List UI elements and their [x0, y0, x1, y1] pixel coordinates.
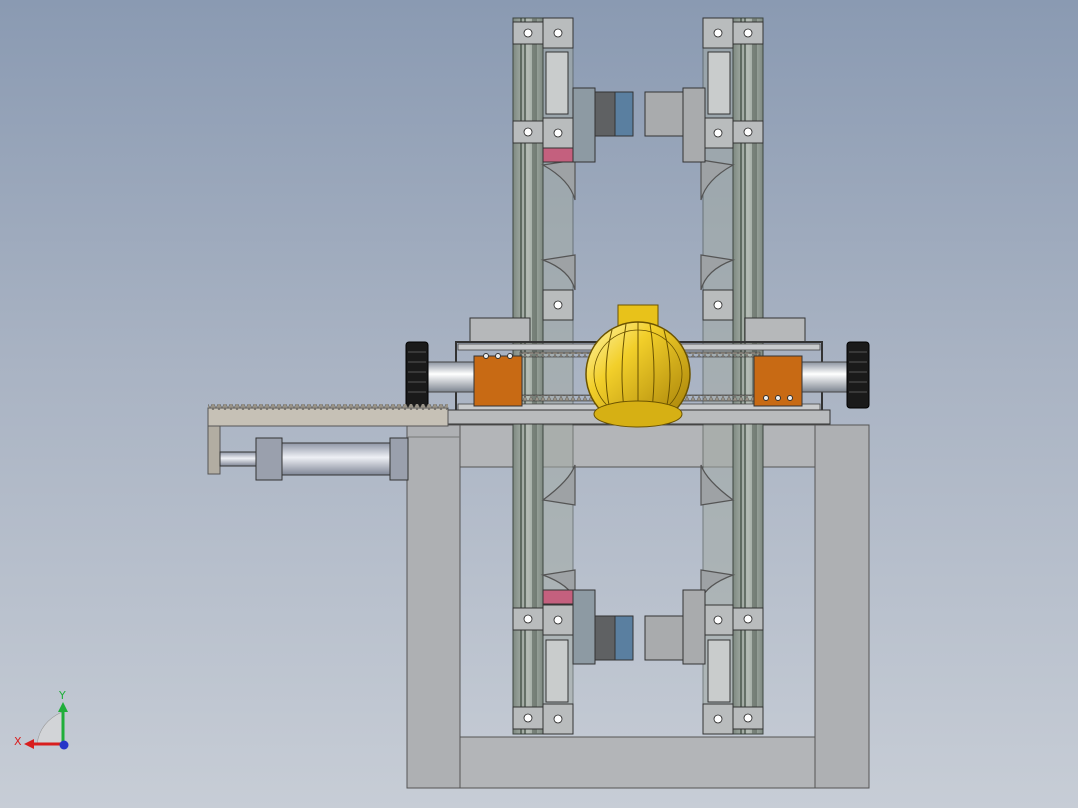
x-arrowhead-icon — [24, 739, 34, 749]
mechanism-model[interactable]: Y X — [0, 0, 1078, 808]
left-knob-icon[interactable] — [405, 341, 429, 409]
axis-triad: Y X — [14, 689, 69, 750]
left-shaft — [426, 361, 478, 393]
right-shaft — [799, 361, 851, 393]
y-arrowhead-icon — [58, 702, 68, 712]
base-frame — [406, 424, 870, 789]
pneumatic-cylinder — [219, 437, 409, 481]
frame-bottom-beam — [459, 736, 816, 789]
cad-viewport[interactable]: Y X — [0, 0, 1078, 808]
golden-ball-icon[interactable] — [585, 304, 691, 428]
frame-right-leg — [814, 424, 870, 789]
z-axis-dot — [59, 740, 69, 750]
y-axis-label: Y — [58, 689, 66, 702]
right-knob-icon[interactable] — [846, 341, 870, 409]
frame-left-leg — [406, 424, 461, 789]
x-axis-label: X — [14, 735, 22, 748]
